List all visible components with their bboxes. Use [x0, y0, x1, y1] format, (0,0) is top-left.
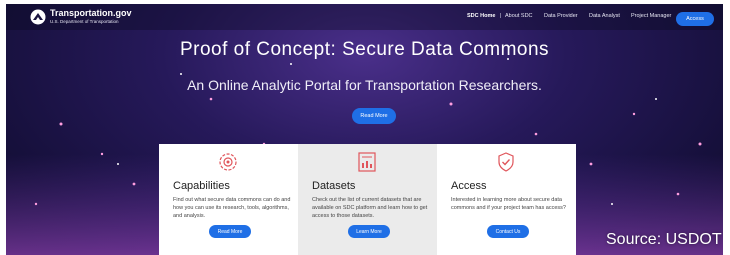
- logo-subtitle: U.S. Department of Transportation: [50, 19, 119, 24]
- source-caption: Source: USDOT: [606, 231, 722, 248]
- nav-data-analyst[interactable]: Data Analyst: [589, 13, 620, 19]
- hero-title: Proof of Concept: Secure Data Commons: [179, 39, 550, 60]
- nav-about-sdc[interactable]: About SDC: [505, 13, 533, 19]
- top-nav: Transportation.gov U.S. Department of Tr…: [6, 4, 723, 30]
- shield-check-icon: [498, 152, 514, 172]
- card-title: Access: [451, 180, 487, 192]
- access-button[interactable]: Access: [676, 12, 714, 26]
- nav-data-provider[interactable]: Data Provider: [544, 13, 578, 19]
- access-contact-us-button[interactable]: Contact Us: [487, 225, 529, 238]
- card-title: Datasets: [312, 180, 356, 192]
- card-description: Check out the list of current datasets t…: [312, 197, 428, 219]
- card-access: Access Interested in learning more about…: [437, 144, 576, 255]
- capabilities-read-more-button[interactable]: Read More: [209, 225, 251, 238]
- datasets-learn-more-button[interactable]: Learn More: [348, 225, 390, 238]
- gears-icon: [219, 153, 237, 171]
- nav-sdc-home[interactable]: SDC Home: [467, 13, 495, 19]
- page-frame: Transportation.gov U.S. Department of Tr…: [6, 4, 723, 255]
- card-datasets: Datasets Check out the list of current d…: [298, 144, 437, 255]
- card-capabilities: Capabilities Find out what secure data c…: [159, 144, 298, 255]
- dataset-chart-icon: [358, 152, 376, 172]
- card-description: Find out what secure data commons can do…: [173, 197, 291, 219]
- card-title: Capabilities: [173, 180, 230, 192]
- card-description: Interested in learning more about secure…: [451, 197, 566, 211]
- hero-subtitle: An Online Analytic Portal for Transporta…: [187, 77, 542, 93]
- hero-read-more-button[interactable]: Read More: [352, 108, 396, 124]
- dot-logo-icon[interactable]: [30, 9, 46, 25]
- nav-project-manager[interactable]: Project Manager: [631, 13, 671, 19]
- nav-separator: |: [500, 13, 502, 19]
- logo-title[interactable]: Transportation.gov: [50, 8, 132, 18]
